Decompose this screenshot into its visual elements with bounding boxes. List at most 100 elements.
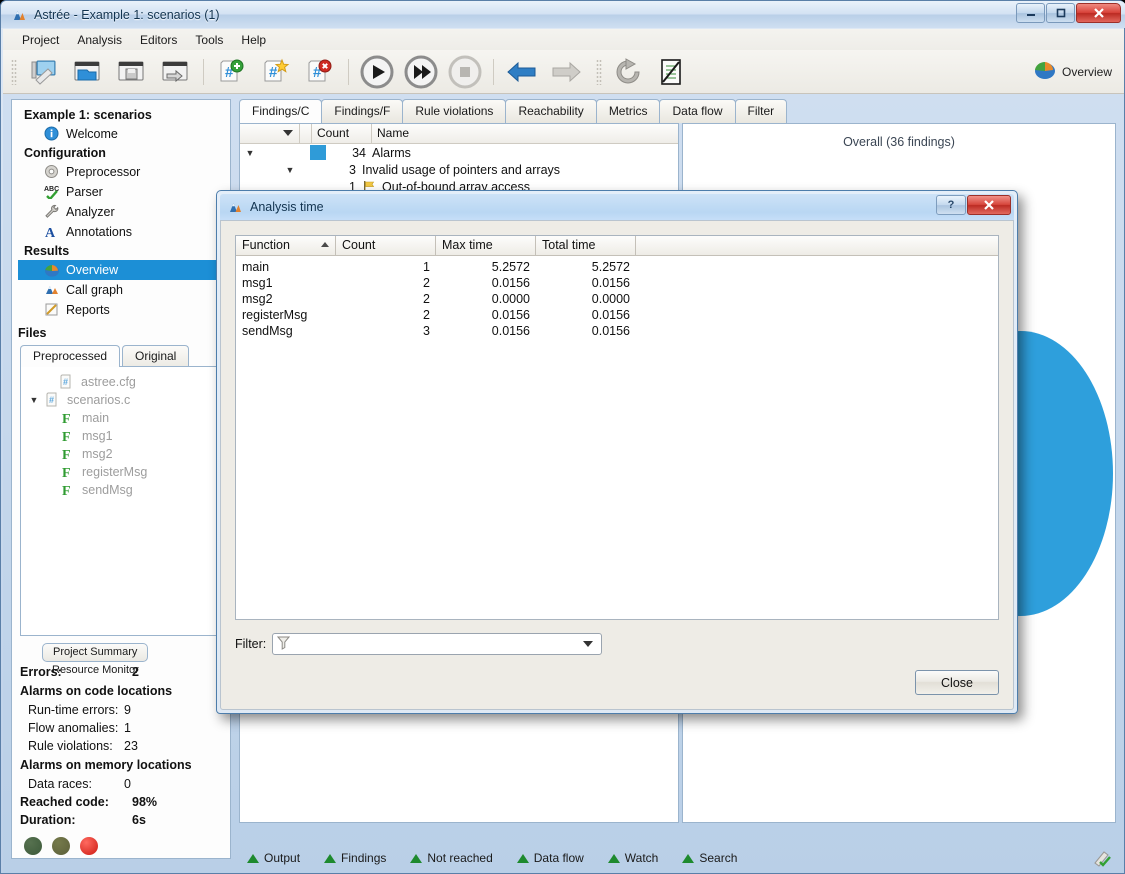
- triangle-up-icon: [324, 853, 337, 863]
- run-analysis-icon[interactable]: [355, 53, 399, 91]
- new-preprocessed-file-icon[interactable]: #: [254, 53, 298, 91]
- column-header-extra[interactable]: [636, 236, 998, 255]
- findings-col-expander[interactable]: [240, 124, 300, 143]
- open-project-icon[interactable]: [65, 53, 109, 91]
- dialog-titlebar: Analysis time ?: [220, 194, 1014, 220]
- sidebar-item-reports[interactable]: Reports: [18, 300, 230, 320]
- findings-col-count[interactable]: Count: [312, 124, 372, 143]
- findings-col-marker: [300, 124, 312, 143]
- list-item[interactable]: F registerMsg: [21, 463, 221, 481]
- svg-text:F: F: [62, 484, 71, 497]
- forward-icon[interactable]: [544, 53, 588, 91]
- sidebar-item-welcome[interactable]: Welcome: [18, 124, 230, 144]
- export-project-icon[interactable]: [153, 53, 197, 91]
- tab-resource-monitor[interactable]: Resource Monitor: [42, 662, 149, 681]
- dialog-help-button[interactable]: ?: [936, 195, 966, 215]
- list-item[interactable]: ▼ # scenarios.c: [21, 391, 221, 409]
- table-row[interactable]: ▼ 3 Invalid usage of pointers and arrays: [240, 161, 678, 178]
- filter-label: Filter:: [235, 637, 267, 651]
- tab-original[interactable]: Original: [122, 345, 190, 367]
- menu-item-help[interactable]: Help: [232, 31, 275, 49]
- table-row[interactable]: msg1 2 0.0156 0.0156: [236, 275, 998, 291]
- sidebar-item-overview[interactable]: Overview: [18, 260, 230, 280]
- maximize-button[interactable]: [1046, 3, 1075, 23]
- remove-preprocessed-file-icon[interactable]: #: [298, 53, 342, 91]
- table-row[interactable]: ▼ 34 Alarms: [240, 144, 678, 161]
- sidebar-item-analyzer[interactable]: Analyzer: [18, 202, 230, 222]
- dialog-close-button[interactable]: [967, 195, 1011, 215]
- back-icon[interactable]: [500, 53, 544, 91]
- dialog-close-action-button[interactable]: Close: [915, 670, 999, 695]
- table-row[interactable]: registerMsg 2 0.0156 0.0156: [236, 307, 998, 323]
- summary-row-reached-code: Reached code: 98%: [12, 793, 230, 811]
- run-fast-icon[interactable]: [399, 53, 443, 91]
- svg-text:F: F: [62, 430, 71, 443]
- tab-data-flow[interactable]: Data flow: [659, 99, 736, 123]
- sidebar-item-label: Analyzer: [66, 205, 115, 219]
- stop-analysis-icon[interactable]: [443, 53, 487, 91]
- status-lights: [12, 829, 230, 855]
- table-row[interactable]: msg2 2 0.0000 0.0000: [236, 291, 998, 307]
- chevron-down-icon[interactable]: [583, 641, 594, 647]
- toolbar-overview-button[interactable]: Overview: [1034, 59, 1112, 84]
- cell-function: msg2: [242, 292, 273, 306]
- expander-icon[interactable]: ▼: [280, 165, 300, 175]
- bottom-tab-findings[interactable]: Findings: [316, 851, 402, 865]
- tab-findings-f[interactable]: Findings/F: [321, 99, 404, 123]
- expander-icon[interactable]: ▼: [27, 395, 41, 405]
- menu-item-project[interactable]: Project: [13, 31, 68, 49]
- menu-item-analysis[interactable]: Analysis: [68, 31, 131, 49]
- tab-rule-violations[interactable]: Rule violations: [402, 99, 507, 123]
- table-row[interactable]: main 1 5.2572 5.2572: [236, 259, 998, 275]
- list-item[interactable]: F main: [21, 409, 221, 427]
- summary-value: 6s: [132, 813, 146, 827]
- file-label: msg1: [82, 429, 113, 443]
- table-row[interactable]: sendMsg 3 0.0156 0.0156: [236, 323, 998, 339]
- list-item[interactable]: # astree.cfg: [21, 373, 221, 391]
- menu-item-tools[interactable]: Tools: [186, 31, 232, 49]
- sidebar-item-preprocessor[interactable]: Preprocessor: [18, 162, 230, 182]
- sidebar-item-annotations[interactable]: A Annotations: [18, 222, 230, 242]
- bottom-tab-not-reached[interactable]: Not reached: [402, 851, 508, 865]
- filter-input[interactable]: [293, 636, 602, 652]
- column-header-max-time[interactable]: Max time: [436, 236, 536, 255]
- tab-metrics[interactable]: Metrics: [595, 99, 661, 123]
- list-item[interactable]: F msg2: [21, 445, 221, 463]
- report-icon[interactable]: [650, 53, 694, 91]
- menu-item-editors[interactable]: Editors: [131, 31, 186, 49]
- bottom-tab-output[interactable]: Output: [239, 851, 316, 865]
- function-icon: F: [61, 428, 77, 445]
- file-tree: # astree.cfg ▼ # scenarios.c F main F ms…: [20, 366, 222, 636]
- bottom-tab-search[interactable]: Search: [674, 851, 753, 865]
- cell-max-time: 0.0156: [491, 308, 530, 322]
- filter-combobox[interactable]: [272, 633, 603, 655]
- save-project-icon[interactable]: [109, 53, 153, 91]
- toolbar-grip[interactable]: [11, 58, 17, 85]
- bottom-tab-data-flow[interactable]: Data flow: [509, 851, 600, 865]
- add-preprocessed-file-icon[interactable]: #: [210, 53, 254, 91]
- toolbar-grip[interactable]: [596, 58, 602, 85]
- tab-findings-c[interactable]: Findings/C: [239, 99, 323, 123]
- tab-project-summary[interactable]: Project Summary: [42, 643, 149, 662]
- new-project-icon[interactable]: [21, 53, 65, 91]
- tab-reachability[interactable]: Reachability: [505, 99, 597, 123]
- bottom-tab-watch[interactable]: Watch: [600, 851, 675, 865]
- minimize-button[interactable]: [1016, 3, 1045, 23]
- findings-col-name[interactable]: Name: [372, 124, 678, 143]
- tab-preprocessed[interactable]: Preprocessed: [20, 345, 121, 367]
- sidebar-item-parser[interactable]: ABC Parser: [18, 182, 230, 202]
- column-header-count[interactable]: Count: [336, 236, 436, 255]
- tab-filter[interactable]: Filter: [734, 99, 788, 123]
- sidebar-item-call-graph[interactable]: Call graph: [18, 280, 230, 300]
- refresh-icon[interactable]: [606, 53, 650, 91]
- list-item[interactable]: F msg1: [21, 427, 221, 445]
- expander-icon[interactable]: ▼: [240, 148, 260, 158]
- list-item[interactable]: F sendMsg: [21, 481, 221, 499]
- column-header-total-time[interactable]: Total time: [536, 236, 636, 255]
- close-button[interactable]: [1076, 3, 1121, 23]
- column-header-function[interactable]: Function: [236, 236, 336, 255]
- nav-group-results: Results: [24, 244, 70, 258]
- cell-count: 2: [423, 276, 430, 290]
- finding-count: 3: [349, 162, 356, 177]
- pencil-check-icon[interactable]: [1092, 848, 1112, 868]
